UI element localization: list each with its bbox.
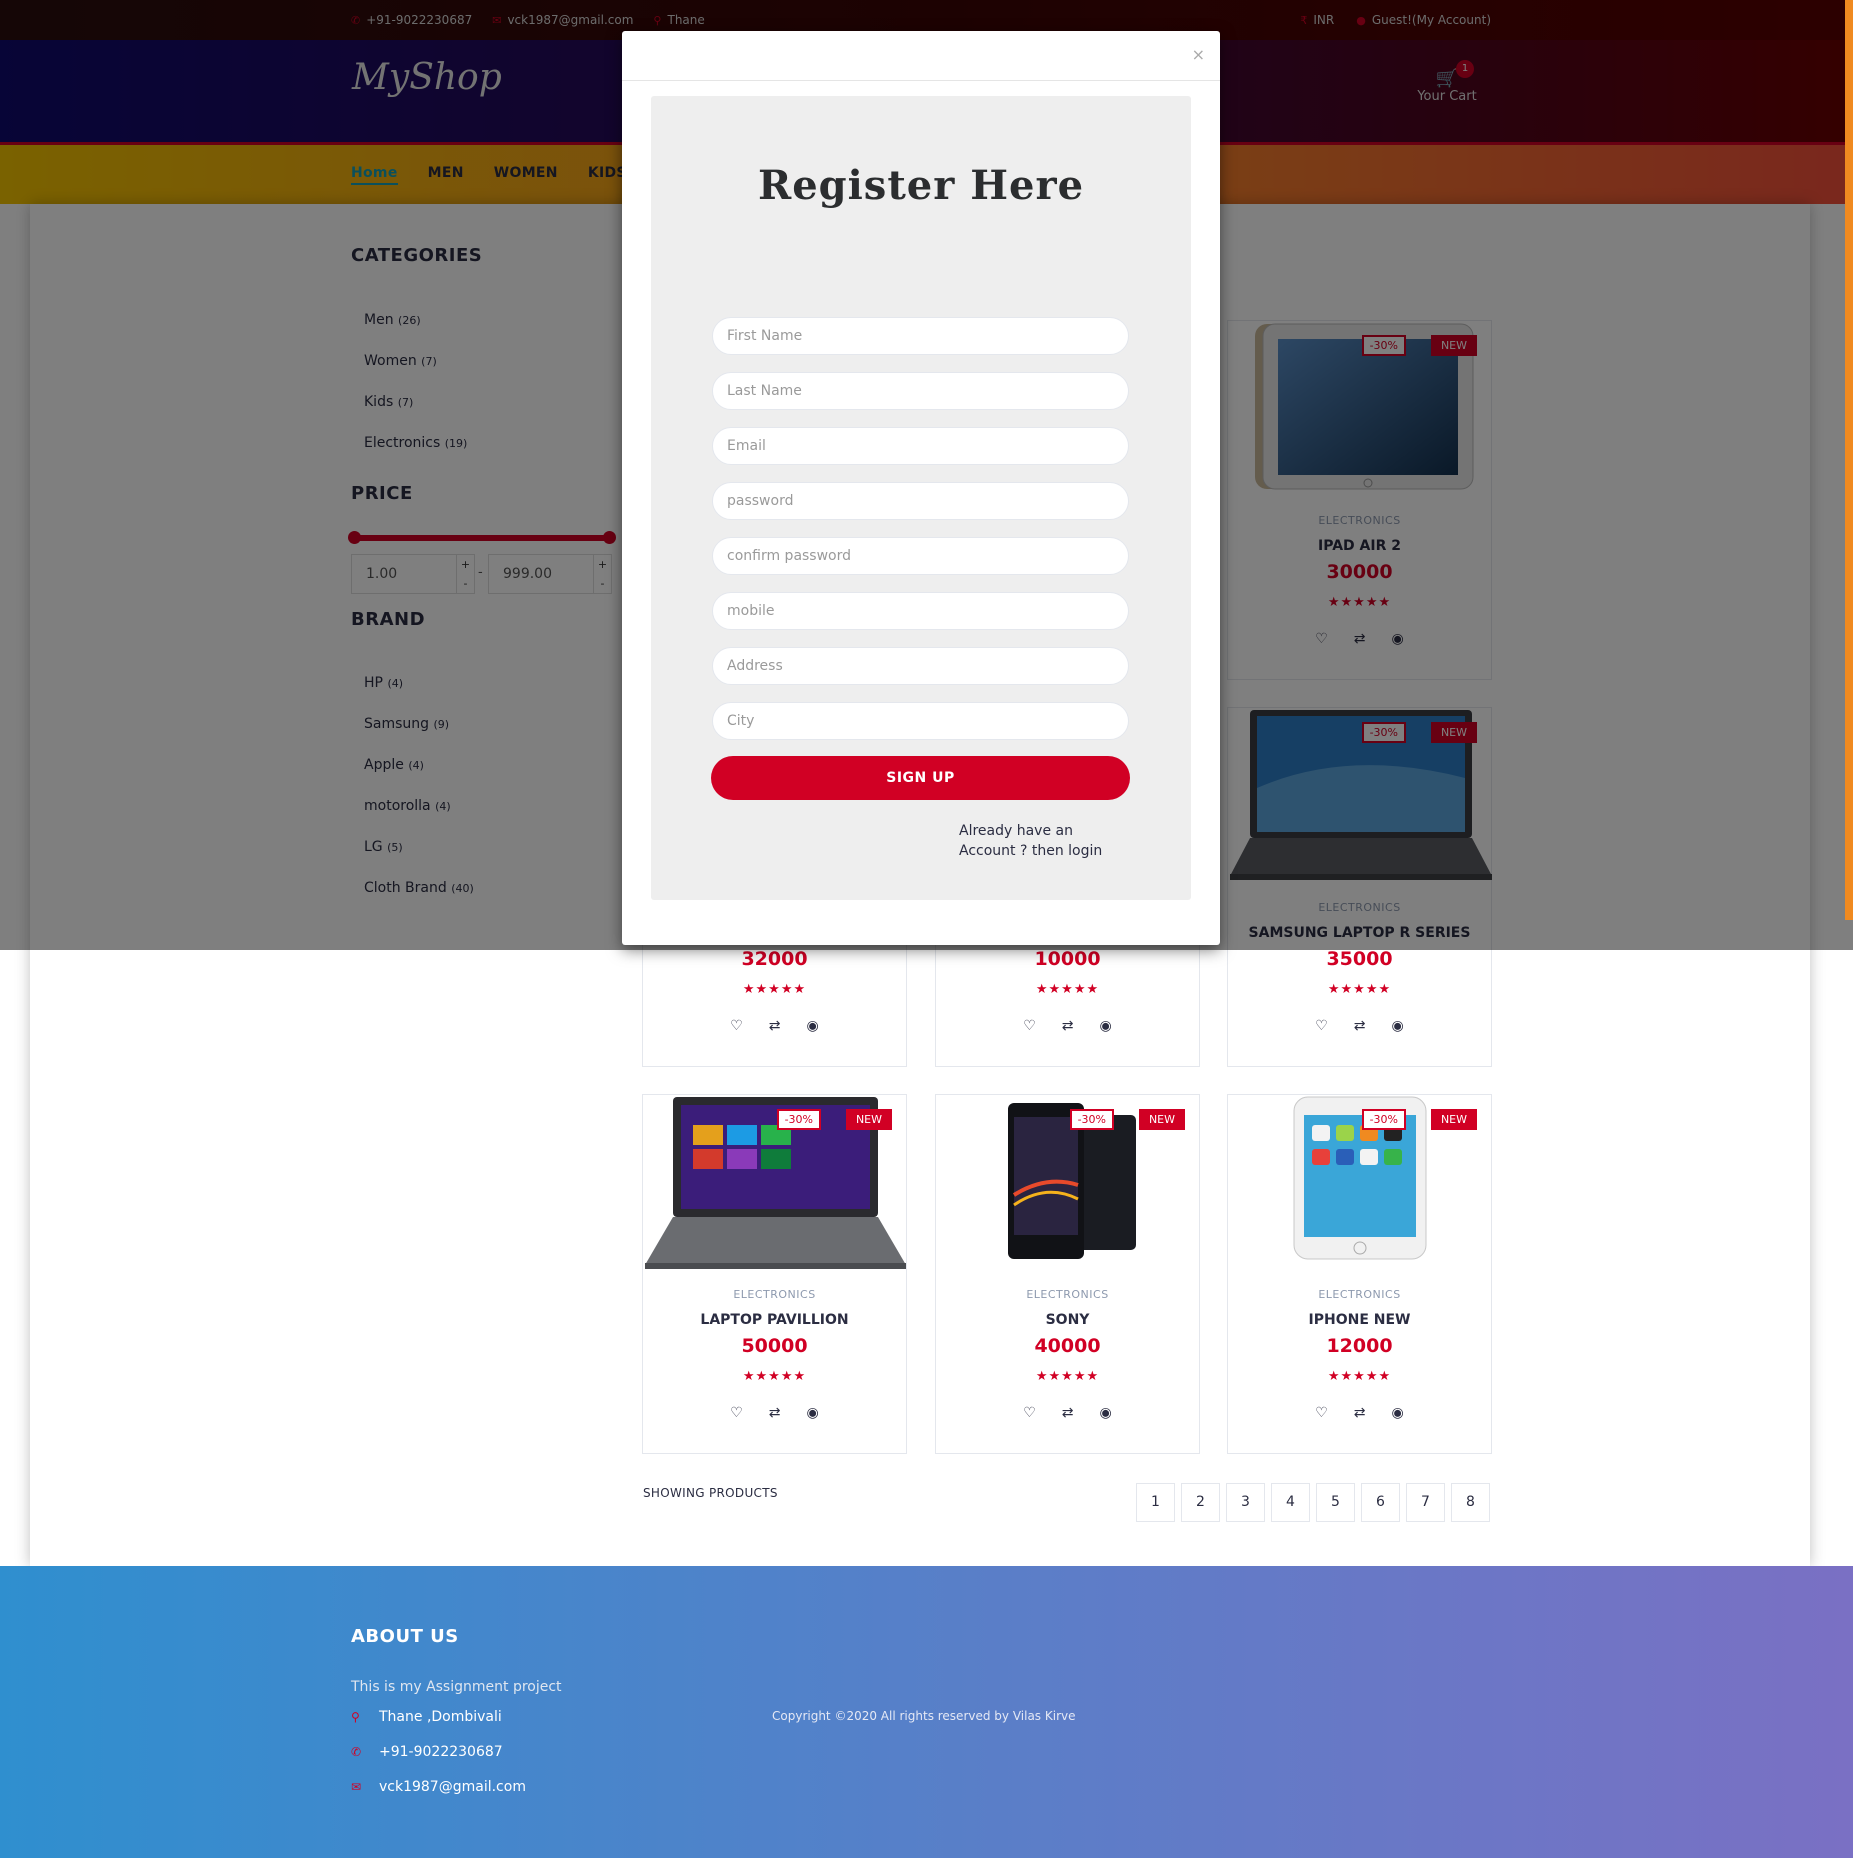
mobile-field[interactable]: [712, 592, 1129, 630]
page-button[interactable]: 7: [1406, 1483, 1445, 1522]
email-field[interactable]: [712, 427, 1129, 465]
register-title: Register Here: [757, 162, 1085, 209]
footer-email[interactable]: ✉ vck1987@gmail.com: [351, 1779, 526, 1795]
sign-up-button[interactable]: SIGN UP: [711, 756, 1130, 800]
envelope-icon: ✉: [351, 1780, 362, 1794]
first-name-field[interactable]: [712, 317, 1129, 355]
confirm-password-field[interactable]: [712, 537, 1129, 575]
page-button[interactable]: 3: [1226, 1483, 1265, 1522]
rating-stars: ★★★★★: [1035, 1369, 1100, 1384]
new-badge: NEW: [1430, 1109, 1477, 1130]
pagination: 1 2 3 4 5 6 7 8: [1136, 1483, 1490, 1522]
wishlist-heart-icon[interactable]: ♡: [1315, 1018, 1328, 1034]
product-card[interactable]: -30% NEW ELECTRONICS IPHONE NEW 12000 ★★…: [1227, 1094, 1492, 1454]
compare-arrows-icon[interactable]: ⇄: [769, 1018, 781, 1034]
copyright: Copyright ©2020 All rights reserved by V…: [772, 1709, 1076, 1723]
product-category: ELECTRONICS: [733, 1288, 816, 1301]
new-badge: NEW: [1138, 1109, 1185, 1130]
close-icon[interactable]: ×: [1192, 45, 1205, 64]
product-name[interactable]: SONY: [936, 1312, 1199, 1328]
wishlist-heart-icon[interactable]: ♡: [730, 1018, 743, 1034]
wishlist-heart-icon[interactable]: ♡: [730, 1405, 743, 1421]
map-marker-icon: ⚲: [351, 1710, 360, 1724]
product-card[interactable]: -30% NEW ELECTRONICS LAPTOP PAVILLION 50…: [642, 1094, 907, 1454]
rating-stars: ★★★★★: [742, 1369, 807, 1384]
compare-arrows-icon[interactable]: ⇄: [769, 1405, 781, 1421]
rating-stars: ★★★★★: [1035, 982, 1100, 997]
quick-view-eye-icon[interactable]: ◉: [807, 1018, 819, 1034]
footer-title: ABOUT US: [351, 1626, 459, 1647]
new-badge: NEW: [845, 1109, 892, 1130]
register-modal: × Register Here SIGN UP Already have an …: [622, 31, 1220, 945]
product-category: ELECTRONICS: [1026, 1288, 1109, 1301]
compare-arrows-icon[interactable]: ⇄: [1062, 1405, 1074, 1421]
quick-view-eye-icon[interactable]: ◉: [1100, 1405, 1112, 1421]
page-button[interactable]: 4: [1271, 1483, 1310, 1522]
discount-badge: -30%: [776, 1109, 821, 1130]
quick-view-eye-icon[interactable]: ◉: [807, 1405, 819, 1421]
login-link[interactable]: Already have an Account ? then login: [959, 821, 1119, 861]
quick-view-eye-icon[interactable]: ◉: [1392, 1018, 1404, 1034]
rating-stars: ★★★★★: [742, 982, 807, 997]
page-button[interactable]: 6: [1361, 1483, 1400, 1522]
product-price: 40000: [1034, 1335, 1101, 1357]
wishlist-heart-icon[interactable]: ♡: [1023, 1018, 1036, 1034]
rating-stars: ★★★★★: [1327, 982, 1392, 997]
modal-header-divider: [622, 80, 1220, 81]
discount-badge: -30%: [1069, 1109, 1114, 1130]
page-button[interactable]: 5: [1316, 1483, 1355, 1522]
footer-phone[interactable]: ✆ +91-9022230687: [351, 1744, 503, 1760]
page-button[interactable]: 2: [1181, 1483, 1220, 1522]
page-button[interactable]: 8: [1451, 1483, 1490, 1522]
product-price: 50000: [741, 1335, 808, 1357]
product-card[interactable]: -30% NEW ELECTRONICS SONY 40000 ★★★★★ ♡ …: [935, 1094, 1200, 1454]
quick-view-eye-icon[interactable]: ◉: [1392, 1405, 1404, 1421]
product-price: 32000: [741, 948, 808, 970]
footer-address[interactable]: ⚲ Thane ,Dombivali: [351, 1709, 502, 1725]
phone-icon: ✆: [351, 1745, 362, 1759]
product-name[interactable]: IPHONE NEW: [1228, 1312, 1491, 1328]
last-name-field[interactable]: [712, 372, 1129, 410]
quick-view-eye-icon[interactable]: ◉: [1100, 1018, 1112, 1034]
compare-arrows-icon[interactable]: ⇄: [1062, 1018, 1074, 1034]
product-price: 10000: [1034, 948, 1101, 970]
footer: ABOUT US This is my Assignment project ⚲…: [0, 1566, 1853, 1858]
footer-about-text: This is my Assignment project: [351, 1679, 562, 1695]
product-category: ELECTRONICS: [1318, 1288, 1401, 1301]
discount-badge: -30%: [1361, 1109, 1406, 1130]
compare-arrows-icon[interactable]: ⇄: [1354, 1405, 1366, 1421]
product-price: 35000: [1326, 948, 1393, 970]
wishlist-heart-icon[interactable]: ♡: [1023, 1405, 1036, 1421]
product-price: 12000: [1326, 1335, 1393, 1357]
showing-products-label: SHOWING PRODUCTS: [643, 1486, 778, 1500]
wishlist-heart-icon[interactable]: ♡: [1315, 1405, 1328, 1421]
product-name[interactable]: LAPTOP PAVILLION: [643, 1312, 906, 1328]
address-field[interactable]: [712, 647, 1129, 685]
city-field[interactable]: [712, 702, 1129, 740]
password-field[interactable]: [712, 482, 1129, 520]
rating-stars: ★★★★★: [1327, 1369, 1392, 1384]
compare-arrows-icon[interactable]: ⇄: [1354, 1018, 1366, 1034]
scrollbar[interactable]: [1845, 0, 1853, 920]
page-button[interactable]: 1: [1136, 1483, 1175, 1522]
register-form: Register Here SIGN UP Already have an Ac…: [651, 96, 1191, 900]
